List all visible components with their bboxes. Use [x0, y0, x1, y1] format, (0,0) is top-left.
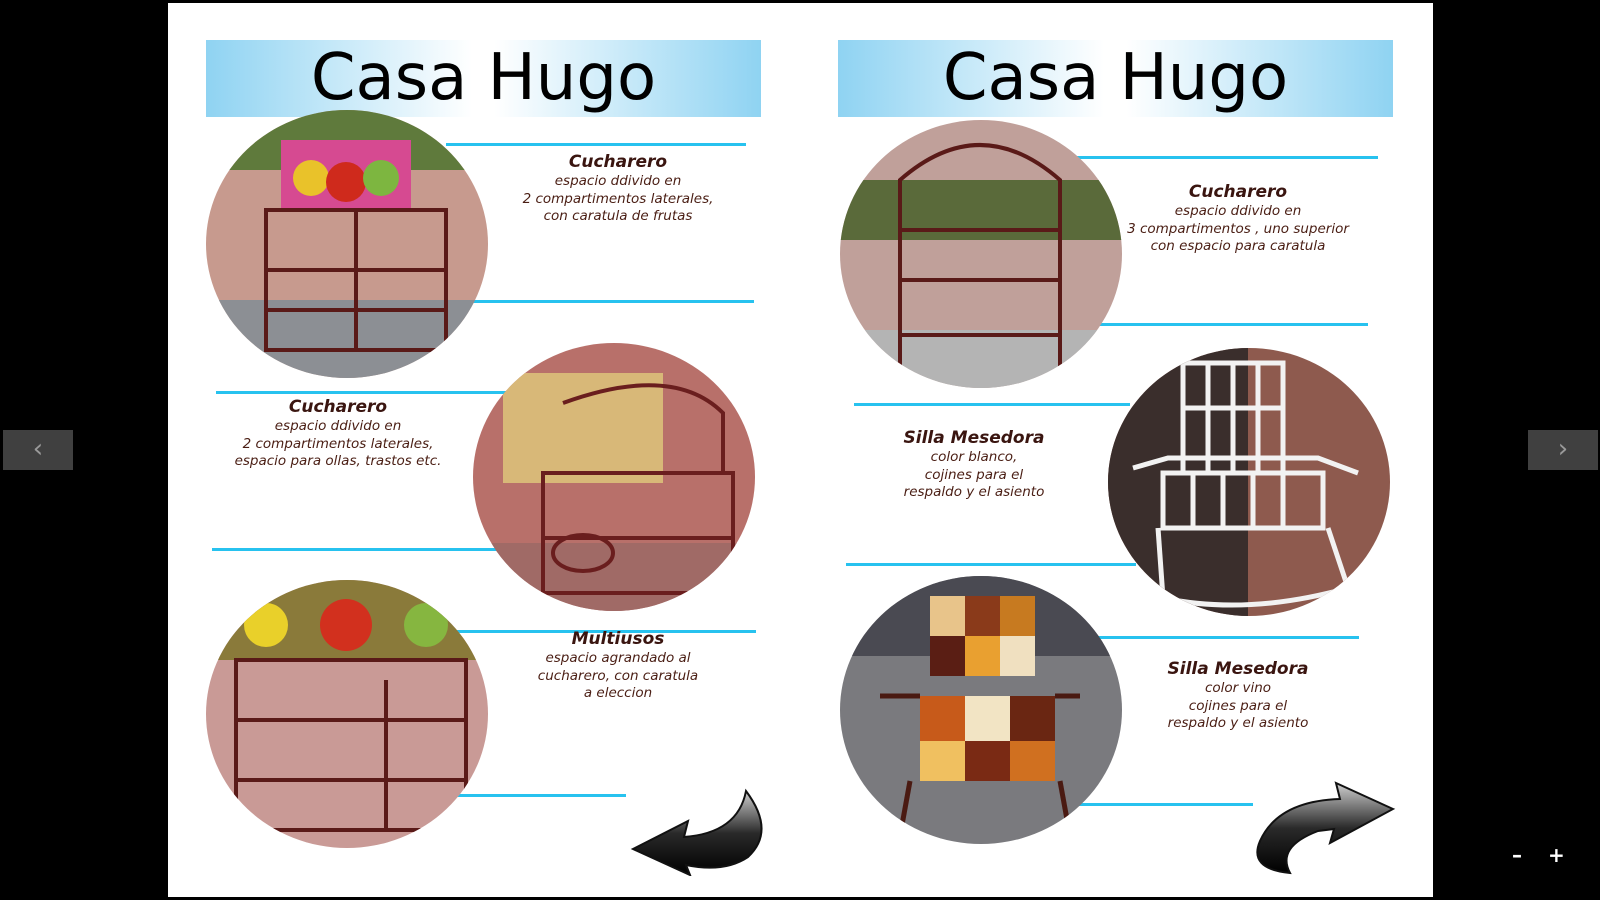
item-caption: Cucharero espacio ddivido en 2 compartim…: [498, 151, 738, 226]
divider-line: [846, 563, 1136, 566]
catalog-spread: Casa Hugo Cucharero espacio ddivido en 2…: [168, 3, 1433, 897]
next-page-button[interactable]: ›: [1528, 430, 1598, 470]
curved-arrow-back-icon[interactable]: [628, 781, 778, 876]
product-photo-silla-blanca: [1108, 348, 1390, 616]
item-caption: Silla Mesedora color blanco, cojines par…: [854, 427, 1094, 502]
item-title: Cucharero: [568, 152, 668, 172]
chevron-left-icon: ‹: [32, 434, 44, 464]
item-caption: Silla Mesedora color vino cojines para e…: [1113, 658, 1363, 733]
product-photo-multiusos: [206, 580, 488, 848]
item-title: Silla Mesedora: [903, 428, 1045, 448]
product-photo-cucharero-ollas: [473, 343, 755, 611]
product-photo-silla-vino: [840, 576, 1122, 844]
divider-line: [1068, 156, 1378, 159]
divider-line: [446, 143, 746, 146]
item-title: Cucharero: [1188, 182, 1288, 202]
divider-line: [212, 548, 502, 551]
divider-line: [1086, 323, 1368, 326]
zoom-in-button[interactable]: +: [1548, 843, 1565, 867]
zoom-out-button[interactable]: –: [1512, 843, 1522, 867]
product-photo-cucharero-3-compartimentos: [840, 120, 1122, 388]
prev-page-button[interactable]: ‹: [3, 430, 73, 470]
item-caption: Cucharero espacio ddivido en 3 compartim…: [1113, 181, 1363, 256]
item-title: Multiusos: [571, 629, 665, 649]
divider-line: [854, 403, 1130, 406]
left-page-title: Casa Hugo: [310, 41, 657, 115]
right-page-title-banner: Casa Hugo: [838, 40, 1393, 117]
chevron-right-icon: ›: [1557, 434, 1569, 464]
item-title: Silla Mesedora: [1167, 659, 1309, 679]
divider-line: [1094, 636, 1359, 639]
divider-line: [464, 300, 754, 303]
item-caption: Multiusos espacio agrandado al cucharero…: [498, 628, 738, 703]
divider-line: [216, 391, 506, 394]
product-photo-cucharero-frutas: [206, 110, 488, 378]
divider-line: [456, 794, 626, 797]
left-page-title-banner: Casa Hugo: [206, 40, 761, 117]
divider-line: [1078, 803, 1253, 806]
right-page-title: Casa Hugo: [942, 41, 1289, 115]
curved-arrow-forward-icon[interactable]: [1248, 781, 1398, 876]
item-caption: Cucharero espacio ddivido en 2 compartim…: [218, 396, 458, 471]
item-title: Cucharero: [288, 397, 388, 417]
